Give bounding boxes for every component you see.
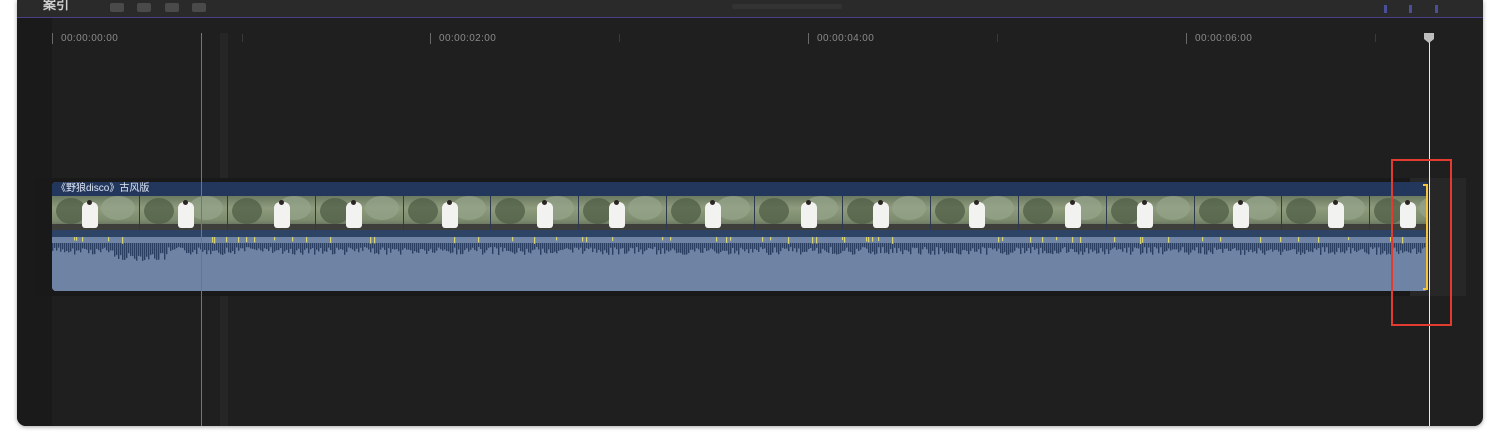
toolbar-indicator-icon[interactable]	[1384, 5, 1387, 13]
skimming-toggle-icon[interactable]	[1409, 5, 1412, 13]
project-title: 案引	[43, 0, 70, 12]
filmstrip-thumbnail	[491, 196, 580, 230]
filmstrip-thumbnail	[315, 196, 404, 230]
filmstrip-thumbnail	[1282, 196, 1371, 230]
filmstrip-thumbnail	[1018, 196, 1107, 230]
filmstrip-thumbnail	[227, 196, 316, 230]
ruler-minor-tick	[619, 34, 620, 42]
annotation-highlight-box	[1391, 159, 1452, 326]
connect-clip-button[interactable]	[137, 3, 151, 12]
timecode-display	[732, 4, 842, 9]
video-clip[interactable]: 《野狼disco》古风版	[52, 182, 1428, 291]
append-clip-button[interactable]	[192, 3, 206, 12]
timeline-ruler[interactable]: 00:00:00:00 00:00:02:00 00:00:04:00 00:0…	[52, 18, 1483, 48]
filmstrip-thumbnail	[755, 196, 844, 230]
filmstrip-thumbnail	[1194, 196, 1283, 230]
filmstrip-thumbnail	[930, 196, 1019, 230]
filmstrip-thumbnail	[1106, 196, 1195, 230]
clip-appearance-button[interactable]	[110, 3, 124, 12]
ruler-minor-tick	[997, 34, 998, 42]
audio-skimming-icon[interactable]	[1435, 5, 1438, 13]
ruler-minor-tick	[1375, 34, 1376, 42]
insert-clip-button[interactable]	[165, 3, 179, 12]
filmstrip-thumbnail	[139, 196, 228, 230]
filmstrip-thumbnail	[667, 196, 756, 230]
filmstrip-thumbnail	[579, 196, 668, 230]
clip-title-bar: 《野狼disco》古风版	[52, 182, 1428, 196]
ruler-timecode: 00:00:04:00	[808, 33, 874, 44]
waveform-graphic	[52, 237, 1428, 261]
timeline-toolbar: 案引	[17, 0, 1483, 18]
ruler-timecode: 00:00:02:00	[430, 33, 496, 44]
clip-filmstrip	[52, 196, 1428, 230]
clip-audio-waveform[interactable]	[52, 230, 1428, 291]
filmstrip-thumbnail	[52, 196, 140, 230]
ruler-timecode: 00:00:00:00	[52, 33, 118, 44]
filmstrip-thumbnail	[403, 196, 492, 230]
filmstrip-thumbnail	[843, 196, 931, 230]
ruler-minor-tick	[242, 34, 243, 42]
playhead[interactable]	[201, 33, 202, 426]
ruler-timecode: 00:00:06:00	[1186, 33, 1252, 44]
